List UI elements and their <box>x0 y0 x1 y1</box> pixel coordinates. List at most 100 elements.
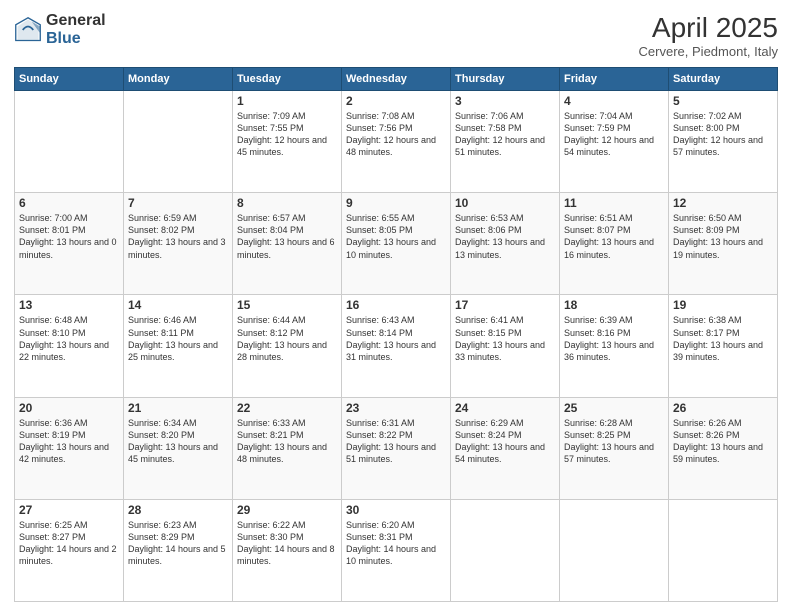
day-number-1-6: 12 <box>673 196 773 210</box>
sunset-2-2: Sunset: 8:12 PM <box>237 327 337 339</box>
day-info-1-5: Sunrise: 6:51 AMSunset: 8:07 PMDaylight:… <box>564 212 664 261</box>
day-info-2-1: Sunrise: 6:46 AMSunset: 8:11 PMDaylight:… <box>128 314 228 363</box>
daylight-3-3: Daylight: 13 hours and 51 minutes. <box>346 441 446 465</box>
cell-0-1 <box>124 91 233 193</box>
logo-icon <box>14 16 42 44</box>
day-info-4-3: Sunrise: 6:20 AMSunset: 8:31 PMDaylight:… <box>346 519 446 568</box>
day-number-3-5: 25 <box>564 401 664 415</box>
daylight-1-3: Daylight: 13 hours and 10 minutes. <box>346 236 446 260</box>
daylight-1-5: Daylight: 13 hours and 16 minutes. <box>564 236 664 260</box>
daylight-0-6: Daylight: 12 hours and 57 minutes. <box>673 134 773 158</box>
header-saturday: Saturday <box>669 68 778 91</box>
cell-3-5: 25Sunrise: 6:28 AMSunset: 8:25 PMDayligh… <box>560 397 669 499</box>
header-wednesday: Wednesday <box>342 68 451 91</box>
sunset-2-4: Sunset: 8:15 PM <box>455 327 555 339</box>
day-info-3-0: Sunrise: 6:36 AMSunset: 8:19 PMDaylight:… <box>19 417 119 466</box>
daylight-2-0: Daylight: 13 hours and 22 minutes. <box>19 339 119 363</box>
sunset-3-4: Sunset: 8:24 PM <box>455 429 555 441</box>
sunset-0-3: Sunset: 7:56 PM <box>346 122 446 134</box>
cell-2-3: 16Sunrise: 6:43 AMSunset: 8:14 PMDayligh… <box>342 295 451 397</box>
cell-1-6: 12Sunrise: 6:50 AMSunset: 8:09 PMDayligh… <box>669 193 778 295</box>
cell-0-3: 2Sunrise: 7:08 AMSunset: 7:56 PMDaylight… <box>342 91 451 193</box>
daylight-0-5: Daylight: 12 hours and 54 minutes. <box>564 134 664 158</box>
weekday-header-row: Sunday Monday Tuesday Wednesday Thursday… <box>15 68 778 91</box>
sunrise-4-1: Sunrise: 6:23 AM <box>128 519 228 531</box>
sunset-1-3: Sunset: 8:05 PM <box>346 224 446 236</box>
day-number-1-1: 7 <box>128 196 228 210</box>
sunrise-1-2: Sunrise: 6:57 AM <box>237 212 337 224</box>
day-number-3-3: 23 <box>346 401 446 415</box>
day-number-0-6: 5 <box>673 94 773 108</box>
sunrise-3-5: Sunrise: 6:28 AM <box>564 417 664 429</box>
sunrise-1-6: Sunrise: 6:50 AM <box>673 212 773 224</box>
cell-4-3: 30Sunrise: 6:20 AMSunset: 8:31 PMDayligh… <box>342 499 451 601</box>
header: General Blue April 2025 Cervere, Piedmon… <box>14 12 778 59</box>
day-info-3-2: Sunrise: 6:33 AMSunset: 8:21 PMDaylight:… <box>237 417 337 466</box>
day-info-0-2: Sunrise: 7:09 AMSunset: 7:55 PMDaylight:… <box>237 110 337 159</box>
day-number-4-0: 27 <box>19 503 119 517</box>
sunrise-1-0: Sunrise: 7:00 AM <box>19 212 119 224</box>
daylight-2-6: Daylight: 13 hours and 39 minutes. <box>673 339 773 363</box>
day-info-2-2: Sunrise: 6:44 AMSunset: 8:12 PMDaylight:… <box>237 314 337 363</box>
day-number-0-2: 1 <box>237 94 337 108</box>
day-number-3-4: 24 <box>455 401 555 415</box>
cell-4-6 <box>669 499 778 601</box>
day-info-2-5: Sunrise: 6:39 AMSunset: 8:16 PMDaylight:… <box>564 314 664 363</box>
cell-4-5 <box>560 499 669 601</box>
sunrise-2-1: Sunrise: 6:46 AM <box>128 314 228 326</box>
daylight-4-1: Daylight: 14 hours and 5 minutes. <box>128 543 228 567</box>
logo-general-text: General <box>46 12 106 30</box>
sunrise-4-2: Sunrise: 6:22 AM <box>237 519 337 531</box>
day-info-1-0: Sunrise: 7:00 AMSunset: 8:01 PMDaylight:… <box>19 212 119 261</box>
sunrise-2-0: Sunrise: 6:48 AM <box>19 314 119 326</box>
sunset-2-3: Sunset: 8:14 PM <box>346 327 446 339</box>
sunset-0-6: Sunset: 8:00 PM <box>673 122 773 134</box>
daylight-2-2: Daylight: 13 hours and 28 minutes. <box>237 339 337 363</box>
cell-0-2: 1 Sunrise: 7:09 AMSunset: 7:55 PMDaylight… <box>233 91 342 193</box>
sunrise-3-0: Sunrise: 6:36 AM <box>19 417 119 429</box>
daylight-3-1: Daylight: 13 hours and 45 minutes. <box>128 441 228 465</box>
day-info-4-2: Sunrise: 6:22 AMSunset: 8:30 PMDaylight:… <box>237 519 337 568</box>
day-number-0-5: 4 <box>564 94 664 108</box>
day-info-2-4: Sunrise: 6:41 AMSunset: 8:15 PMDaylight:… <box>455 314 555 363</box>
sunset-1-5: Sunset: 8:07 PM <box>564 224 664 236</box>
cell-1-2: 8Sunrise: 6:57 AMSunset: 8:04 PMDaylight… <box>233 193 342 295</box>
sunrise-1-1: Sunrise: 6:59 AM <box>128 212 228 224</box>
day-info-1-3: Sunrise: 6:55 AMSunset: 8:05 PMDaylight:… <box>346 212 446 261</box>
sunrise-3-4: Sunrise: 6:29 AM <box>455 417 555 429</box>
day-info-0-3: Sunrise: 7:08 AMSunset: 7:56 PMDaylight:… <box>346 110 446 159</box>
day-info-3-6: Sunrise: 6:26 AMSunset: 8:26 PMDaylight:… <box>673 417 773 466</box>
day-number-4-1: 28 <box>128 503 228 517</box>
sunset-3-0: Sunset: 8:19 PM <box>19 429 119 441</box>
day-info-1-4: Sunrise: 6:53 AMSunset: 8:06 PMDaylight:… <box>455 212 555 261</box>
daylight-2-4: Daylight: 13 hours and 33 minutes. <box>455 339 555 363</box>
sunset-2-5: Sunset: 8:16 PM <box>564 327 664 339</box>
week-row-3: 20Sunrise: 6:36 AMSunset: 8:19 PMDayligh… <box>15 397 778 499</box>
daylight-1-6: Daylight: 13 hours and 19 minutes. <box>673 236 773 260</box>
sunrise-2-3: Sunrise: 6:43 AM <box>346 314 446 326</box>
sunset-1-4: Sunset: 8:06 PM <box>455 224 555 236</box>
day-number-2-4: 17 <box>455 298 555 312</box>
sunset-2-6: Sunset: 8:17 PM <box>673 327 773 339</box>
sunset-4-2: Sunset: 8:30 PM <box>237 531 337 543</box>
day-info-0-4: Sunrise: 7:06 AMSunset: 7:58 PMDaylight:… <box>455 110 555 159</box>
cell-2-1: 14Sunrise: 6:46 AMSunset: 8:11 PMDayligh… <box>124 295 233 397</box>
day-number-1-0: 6 <box>19 196 119 210</box>
day-number-3-6: 26 <box>673 401 773 415</box>
sunrise-2-6: Sunrise: 6:38 AM <box>673 314 773 326</box>
day-number-1-2: 8 <box>237 196 337 210</box>
day-number-0-4: 3 <box>455 94 555 108</box>
sunrise-1-5: Sunrise: 6:51 AM <box>564 212 664 224</box>
day-info-2-0: Sunrise: 6:48 AMSunset: 8:10 PMDaylight:… <box>19 314 119 363</box>
sunset-1-2: Sunset: 8:04 PM <box>237 224 337 236</box>
cell-0-0 <box>15 91 124 193</box>
cell-2-6: 19Sunrise: 6:38 AMSunset: 8:17 PMDayligh… <box>669 295 778 397</box>
daylight-0-3: Daylight: 12 hours and 48 minutes. <box>346 134 446 158</box>
sunset-1-1: Sunset: 8:02 PM <box>128 224 228 236</box>
sunrise-3-1: Sunrise: 6:34 AM <box>128 417 228 429</box>
cell-0-4: 3 Sunrise: 7:06 AMSunset: 7:58 PMDaylight… <box>451 91 560 193</box>
daylight-2-1: Daylight: 13 hours and 25 minutes. <box>128 339 228 363</box>
cell-3-6: 26 Sunrise: 6:26 AMSunset: 8:26 PMDayligh… <box>669 397 778 499</box>
daylight-2-5: Daylight: 13 hours and 36 minutes. <box>564 339 664 363</box>
cell-1-4: 10Sunrise: 6:53 AMSunset: 8:06 PMDayligh… <box>451 193 560 295</box>
